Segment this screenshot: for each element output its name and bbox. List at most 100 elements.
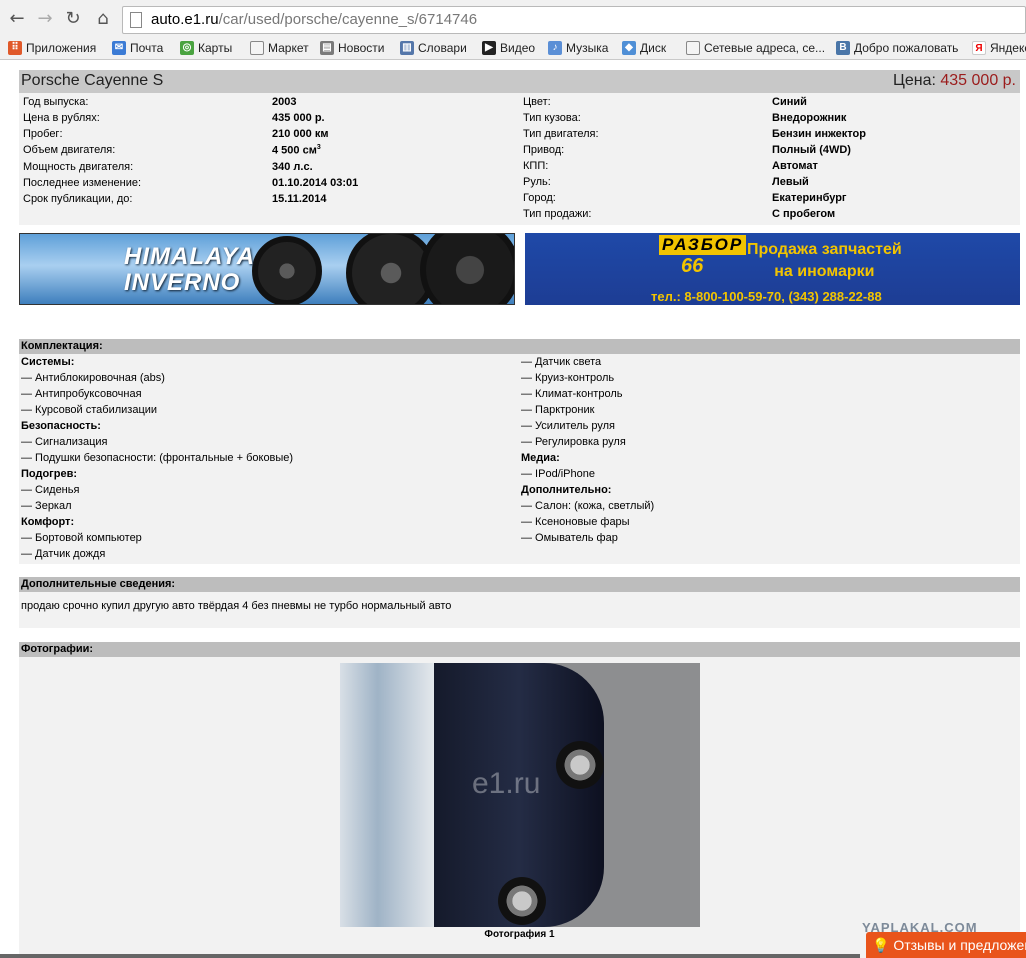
spec-value-text: Екатеринбург xyxy=(772,192,847,204)
spec-value: Автомат xyxy=(772,160,818,172)
banner-left-line1: HIMALAYA xyxy=(124,243,256,270)
back-arrow-icon[interactable]: ← xyxy=(6,8,28,30)
photo-wheel xyxy=(498,877,546,925)
razbor-logo-text: РАЗБОР xyxy=(659,235,747,255)
apps-grid-icon: ⠿ xyxy=(8,41,22,55)
razbor-slogan-line1: Продажа запчастей xyxy=(747,241,902,258)
equipment-item: — Зеркал xyxy=(21,500,72,512)
bookmark-item[interactable]: ⠿ Приложения xyxy=(8,41,96,55)
car-photo[interactable]: e1.ru xyxy=(340,663,700,927)
tire-image xyxy=(252,236,322,304)
equipment-category: Системы: xyxy=(21,356,75,368)
spec-label: Год выпуска: xyxy=(23,96,89,108)
equipment-item: — Ксеноновые фары xyxy=(521,516,630,528)
photos-heading: Фотографии: xyxy=(19,642,1020,657)
bookmarks-bar: ⠿ Приложения ✉ Почта ◎ Карты Маркет ▤ Новости ▥ Сл… xyxy=(0,38,1026,60)
spec-value-text: С пробегом xyxy=(772,208,836,220)
parts-ad-banner[interactable]: РАЗБОР 66 Продажа запчастей на иномарки т… xyxy=(525,233,1020,305)
bookmark-item[interactable]: ◎ Карты xyxy=(180,41,232,55)
music-icon: ♪ xyxy=(548,41,562,55)
browser-toolbar: ← → ↻ ⌂ auto.e1.ru/car/used/porsche/caye… xyxy=(0,0,1026,38)
spec-value-text: 210 000 км xyxy=(272,128,329,140)
spec-value: 340 л.с. xyxy=(272,161,313,173)
equipment-left-column: Системы: — Антиблокировочная (abs) — Антип… xyxy=(21,354,293,562)
bookmark-label: Маркет xyxy=(268,41,309,55)
bookmark-label: Диск xyxy=(640,41,667,55)
equipment-body: Системы: — Антиблокировочная (abs) — Антип… xyxy=(19,354,1020,564)
bookmark-label: Приложения xyxy=(26,41,97,55)
address-url[interactable]: auto.e1.ru/car/used/porsche/cayenne_s/67… xyxy=(151,11,477,28)
spec-label: КПП: xyxy=(523,160,549,172)
price-label: Цена: xyxy=(893,72,936,89)
equipment-right-column: — Датчик света — Круиз-контроль — Климат-к… xyxy=(521,354,654,546)
bookmark-item[interactable]: ▥ Словари xyxy=(400,41,467,55)
spec-value: Синий xyxy=(772,96,807,108)
spec-value: 15.11.2014 xyxy=(272,193,326,205)
spec-value-text: 435 000 р. xyxy=(272,112,325,124)
spec-value-text: 340 л.с. xyxy=(272,161,313,173)
video-icon: ▶ xyxy=(482,41,496,55)
razbor-slogan: Продажа запчастей на иномарки xyxy=(747,239,902,283)
wheel-image xyxy=(420,234,514,304)
razbor-logo: РАЗБОР 66 xyxy=(659,235,747,285)
equipment-item: — Регулировка руля xyxy=(521,436,626,448)
spec-label: Пробег: xyxy=(23,128,63,140)
spec-value: 2003 xyxy=(272,96,296,108)
forward-arrow-icon[interactable]: → xyxy=(34,8,56,30)
bookmark-item[interactable]: Сетевые адреса, се... xyxy=(686,41,825,55)
bookmark-label: Музыка xyxy=(566,41,609,55)
spec-label: Срок публикации, до: xyxy=(23,193,133,205)
equipment-item: — IPod/iPhone xyxy=(521,468,595,480)
equipment-item: — Бортовой компьютер xyxy=(21,532,142,544)
page-icon xyxy=(686,41,700,55)
bookmark-item[interactable]: ▶ Видео xyxy=(482,41,535,55)
feedback-button[interactable]: 💡 Отзывы и предложения xyxy=(866,932,1026,958)
bookmark-label: Добро пожаловать xyxy=(854,41,959,55)
bookmark-item[interactable]: ✉ Почта xyxy=(112,41,163,55)
specs-table: Год выпуска: 2003 Цена в рублях: 435 000 р.… xyxy=(19,93,1020,225)
spec-label: Тип продажи: xyxy=(523,208,592,220)
spec-value-text: Внедорожник xyxy=(772,112,847,124)
home-icon[interactable]: ⌂ xyxy=(92,8,114,30)
spec-value: Екатеринбург xyxy=(772,192,847,204)
bookmark-item[interactable]: ▤ Новости xyxy=(320,41,384,55)
spec-value-text: Автомат xyxy=(772,160,818,172)
spec-value-text: Бензин инжектор xyxy=(772,128,866,140)
bookmark-item[interactable]: ◆ Диск xyxy=(622,41,666,55)
reload-icon[interactable]: ↻ xyxy=(62,8,84,30)
price-header: Цена: 435 000 р. xyxy=(893,72,1016,90)
spec-label: Мощность двигателя: xyxy=(23,161,134,173)
bookmark-item[interactable]: B Добро пожаловать xyxy=(836,41,958,55)
price-value: 435 000 р. xyxy=(940,72,1016,89)
equipment-category: Дополнительно: xyxy=(521,484,612,496)
spec-value: Бензин инжектор xyxy=(772,128,866,140)
equipment-item: — Датчик дождя xyxy=(21,548,106,560)
bookmark-item[interactable]: Маркет xyxy=(250,41,309,55)
banner-left-line2: INVERNO xyxy=(124,269,241,296)
address-bar[interactable]: auto.e1.ru/car/used/porsche/cayenne_s/67… xyxy=(122,6,1026,34)
razbor-slogan-line2: на иномарки xyxy=(774,263,875,280)
equipment-item: — Сиденья xyxy=(21,484,80,496)
spec-value-text: Полный (4WD) xyxy=(772,144,851,156)
news-icon: ▤ xyxy=(320,41,334,55)
url-host: auto.e1.ru xyxy=(151,11,219,28)
vk-icon: B xyxy=(836,41,850,55)
bookmark-item[interactable]: Я Яндекс xyxy=(972,41,1026,55)
page-icon xyxy=(130,12,142,28)
spec-value-text: 01.10.2014 03:01 xyxy=(272,177,359,189)
page-icon xyxy=(250,41,264,55)
spec-label: Тип двигателя: xyxy=(523,128,599,140)
spec-label: Цвет: xyxy=(523,96,551,108)
additional-heading: Дополнительные сведения: xyxy=(19,577,1020,592)
spec-value-text: 4 500 см xyxy=(272,144,317,157)
spec-value: С пробегом xyxy=(772,208,835,220)
spec-value-sup: 3 xyxy=(316,144,321,151)
maps-icon: ◎ xyxy=(180,41,194,55)
bookmark-label: Видео xyxy=(500,41,536,55)
bookmark-label: Карты xyxy=(198,41,233,55)
bookmark-label: Новости xyxy=(338,41,385,55)
bookmark-item[interactable]: ♪ Музыка xyxy=(548,41,608,55)
equipment-item: — Круиз-контроль xyxy=(521,372,615,384)
title-bar: Porsche Cayenne S Цена: 435 000 р. xyxy=(19,70,1020,93)
tire-ad-banner[interactable]: HIMALAYA INVERNO xyxy=(19,233,515,305)
